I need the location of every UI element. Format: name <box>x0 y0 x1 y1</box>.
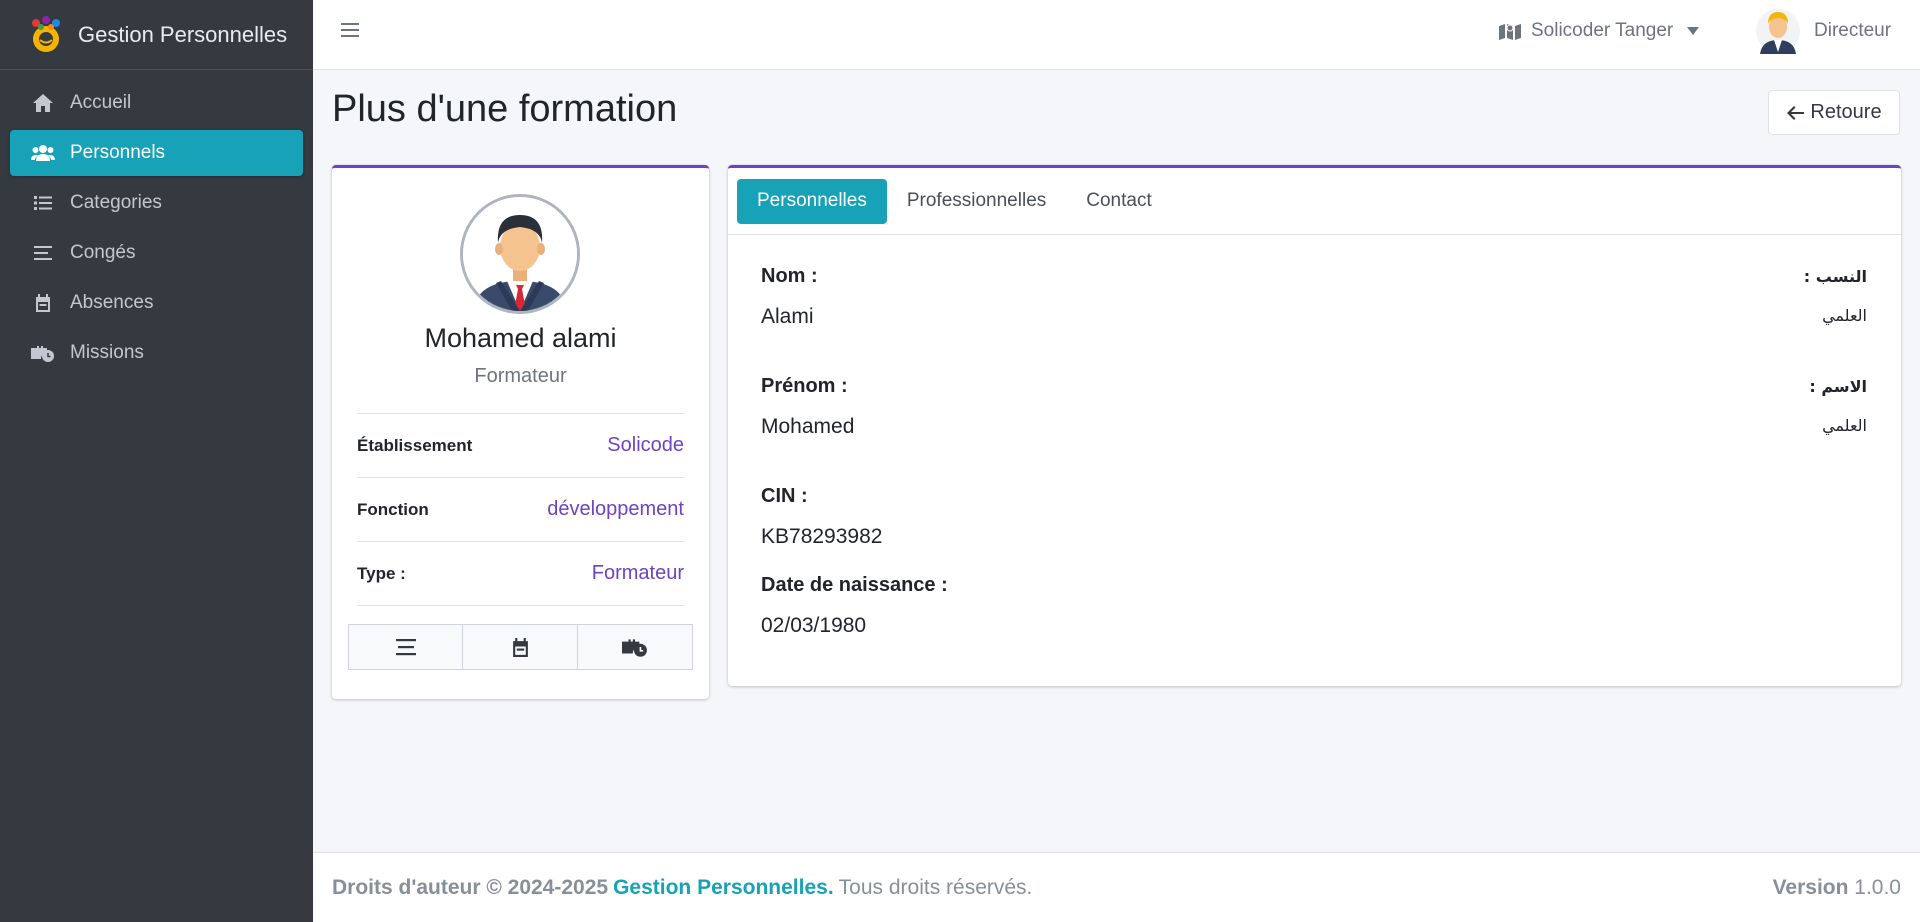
dob-label: Date de naissance : <box>761 574 948 596</box>
nom-value: Alami <box>761 305 814 328</box>
sidebar-item-missions[interactable]: Missions <box>10 330 303 376</box>
sidebar-item-personnels[interactable]: Personnels <box>10 130 303 176</box>
home-icon <box>30 92 56 114</box>
missions-button[interactable] <box>578 624 693 670</box>
nom-ar-value: العلمي <box>1822 306 1867 325</box>
tab-contact[interactable]: Contact <box>1066 179 1171 224</box>
page-title: Plus d'une formation <box>332 88 678 130</box>
info-row-etablissement: Établissement Solicode <box>357 414 684 478</box>
prenom-value: Mohamed <box>761 415 855 438</box>
footer-copyright: Droits d'auteur © 2024-2025 <box>332 875 609 899</box>
sidebar-item-label: Congés <box>70 242 136 263</box>
dob-value: 02/03/1980 <box>761 614 867 637</box>
menu-toggle-icon[interactable] <box>341 22 359 43</box>
details-card: Personnelles Professionnelles Contact No… <box>728 165 1901 686</box>
info-label: Type : <box>357 563 406 583</box>
sidebar-item-absences[interactable]: Absences <box>10 280 303 326</box>
cin-label: CIN : <box>761 485 808 507</box>
calendar-icon <box>30 292 56 314</box>
arrow-left-icon <box>1787 105 1805 120</box>
info-row-fonction: Fonction développement <box>357 478 684 542</box>
prenom-label: Prénom : <box>761 375 848 397</box>
info-label: Fonction <box>357 499 429 519</box>
profile-role: Formateur <box>474 365 567 387</box>
footer: Droits d'auteur © 2024-2025 Gestion Pers… <box>313 852 1920 922</box>
info-value-link[interactable]: Solicode <box>607 434 684 457</box>
sidebar-item-label: Accueil <box>70 92 132 113</box>
brand[interactable]: Gestion Personnelles <box>0 0 313 70</box>
list-icon <box>30 192 56 214</box>
tab-professionnelles[interactable]: Professionnelles <box>887 179 1066 224</box>
briefcase-clock-icon <box>622 639 647 657</box>
sidebar-item-accueil[interactable]: Accueil <box>10 80 303 126</box>
topbar: Solicoder Tanger Directeur <box>313 0 1920 70</box>
back-button-label: Retoure <box>1810 101 1882 123</box>
sidebar-item-label: Missions <box>70 342 144 363</box>
nom-ar-label: النسب : <box>1803 267 1867 286</box>
sidebar-item-conges[interactable]: Congés <box>10 230 303 276</box>
profile-info-list: Établissement Solicode Fonction développ… <box>357 413 684 606</box>
footer-version: Version 1.0.0 <box>1773 876 1901 900</box>
version-value: 1.0.0 <box>1854 875 1901 899</box>
info-value-link[interactable]: développement <box>547 498 684 521</box>
info-label: Établissement <box>357 435 473 455</box>
chevron-down-icon <box>1687 27 1700 35</box>
calendar-icon <box>512 637 528 657</box>
back-button[interactable]: Retoure <box>1768 90 1900 135</box>
tab-personnelles[interactable]: Personnelles <box>737 178 887 224</box>
company-selector[interactable]: Solicoder Tanger <box>1499 20 1700 42</box>
company-name: Solicoder Tanger <box>1531 20 1674 41</box>
avatar <box>1756 9 1800 54</box>
profile-card: Mohamed alami Formateur Établissement So… <box>332 165 709 699</box>
sidebar: Gestion Personnelles Accueil Personnels … <box>0 0 313 922</box>
sidebar-nav: Accueil Personnels Categories Congés Abs… <box>0 70 313 390</box>
profile-actions <box>348 624 693 670</box>
brand-name: Gestion Personnelles <box>78 21 288 47</box>
sidebar-item-label: Categories <box>70 192 162 213</box>
version-label: Version <box>1772 875 1849 899</box>
nom-label: Nom : <box>761 265 818 287</box>
footer-brand-link[interactable]: Gestion Personnelles. <box>613 876 834 900</box>
info-value-link[interactable]: Formateur <box>592 562 684 585</box>
prenom-ar-label: الاسم : <box>1809 377 1867 396</box>
briefcase-clock-icon <box>30 342 56 364</box>
footer-rights: Tous droits réservés. <box>838 875 1033 899</box>
map-icon <box>1499 24 1521 40</box>
sidebar-item-label: Personnels <box>70 142 166 163</box>
profile-name: Mohamed alami <box>424 323 617 353</box>
sidebar-item-categories[interactable]: Categories <box>10 180 303 226</box>
profile-avatar <box>460 194 580 314</box>
cin-value: KB78293982 <box>761 525 883 548</box>
conges-button[interactable] <box>348 624 463 670</box>
sidebar-item-label: Absences <box>70 292 154 313</box>
bars-icon <box>395 639 416 656</box>
user-role: Directeur <box>1814 20 1892 41</box>
bars-icon <box>30 242 56 264</box>
info-row-type: Type : Formateur <box>357 542 684 606</box>
prenom-ar-value: العلمي <box>1822 416 1867 435</box>
user-menu[interactable]: Directeur <box>1756 8 1891 54</box>
brand-logo-icon <box>32 15 60 52</box>
absences-button[interactable] <box>463 624 578 670</box>
users-icon <box>30 142 56 164</box>
details-tabs: Personnelles Professionnelles Contact <box>728 168 1901 235</box>
